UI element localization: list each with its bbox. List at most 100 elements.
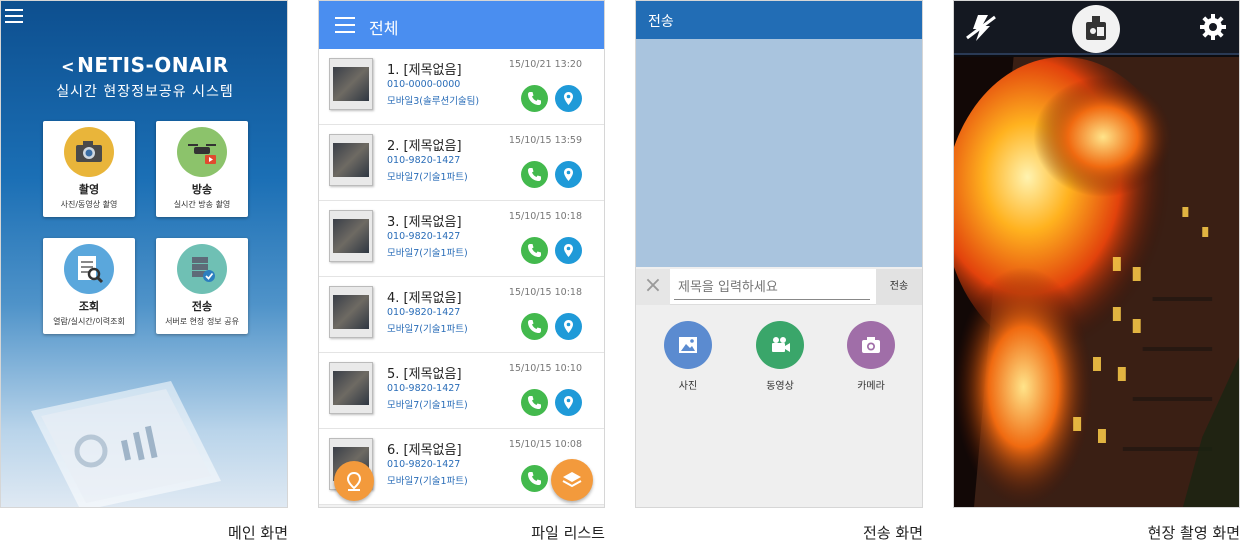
- file-date: 15/10/15 10:10: [508, 363, 582, 374]
- tile-broadcast[interactable]: 방송 실시간 방송 촬영: [156, 121, 248, 217]
- location-button[interactable]: [555, 313, 582, 340]
- file-department: 모바일7(기술1파트): [387, 476, 468, 487]
- map-pin-icon: [564, 244, 573, 257]
- clear-button[interactable]: ×: [636, 269, 670, 305]
- send-screen: 전송 × 전송 사진 동영상 카메라: [635, 0, 923, 508]
- file-list-item[interactable]: 5. [제목없음] 010-9820-1427 모바일7(기술1파트) 15/10/1…: [319, 353, 604, 429]
- file-phone: 010-9820-1427: [387, 459, 461, 470]
- map-pin-icon: [346, 471, 362, 491]
- file-thumbnail: [329, 362, 373, 414]
- file-list-item[interactable]: 2. [제목없음] 010-9820-1427 모바일7(기술1파트) 15/10/1…: [319, 125, 604, 201]
- media-preview-area[interactable]: [636, 39, 922, 267]
- file-thumbnail: [329, 286, 373, 338]
- document-search-icon: [64, 244, 114, 294]
- file-list-item[interactable]: 3. [제목없음] 010-9820-1427 모바일7(기술1파트) 15/10/1…: [319, 201, 604, 277]
- flash-off-icon[interactable]: [964, 13, 998, 43]
- camera-icon: [64, 127, 114, 177]
- call-button[interactable]: [521, 313, 548, 340]
- file-list-item[interactable]: 4. [제목없음] 010-9820-1427 모바일7(기술1파트) 15/10/1…: [319, 277, 604, 353]
- file-phone: 010-0000-0000: [387, 79, 461, 90]
- title-input-row: × 전송: [636, 269, 922, 305]
- file-name: 1. [제목없음]: [387, 63, 462, 78]
- file-department: 모바일7(기술1파트): [387, 172, 468, 183]
- main-screen: < NETIS-ONAIR 실시간 현장정보공유 시스템 촬영 사진/동영상 촬영…: [0, 0, 288, 508]
- phone-icon: [528, 472, 541, 485]
- location-fab-button[interactable]: [334, 461, 374, 501]
- tablet-illustration: [31, 381, 221, 507]
- file-name: 4. [제목없음]: [387, 291, 462, 306]
- phone-icon: [528, 92, 541, 105]
- file-department: 모바일7(기술1파트): [387, 324, 468, 335]
- hamburger-menu-icon[interactable]: [335, 17, 355, 38]
- file-list: 1. [제목없음] 010-0000-0000 모바일3(솔루션기술팀) 15/10/…: [319, 49, 604, 505]
- camera-viewfinder[interactable]: [954, 57, 1239, 508]
- file-phone: 010-9820-1427: [387, 231, 461, 242]
- tile-send[interactable]: 전송 서버로 현장 정보 공유: [156, 238, 248, 334]
- file-phone: 010-9820-1427: [387, 383, 461, 394]
- gear-icon[interactable]: [1199, 13, 1227, 41]
- camera-switch-icon: [1086, 16, 1106, 40]
- camera-icon: [847, 321, 895, 369]
- map-pin-icon: [564, 396, 573, 409]
- phone-icon: [528, 320, 541, 333]
- location-button[interactable]: [555, 161, 582, 188]
- location-button[interactable]: [555, 389, 582, 416]
- file-department: 모바일3(솔루션기술팀): [387, 96, 480, 107]
- file-name: 2. [제목없음]: [387, 139, 462, 154]
- phone-icon: [528, 396, 541, 409]
- file-phone: 010-9820-1427: [387, 155, 461, 166]
- caption-main: 메인 화면: [228, 524, 288, 542]
- layers-icon: [562, 472, 582, 488]
- file-department: 모바일7(기술1파트): [387, 400, 468, 411]
- send-app-bar: 전송: [636, 1, 922, 39]
- phone-icon: [528, 244, 541, 257]
- map-pin-icon: [564, 92, 573, 105]
- capture-screen: [953, 0, 1240, 508]
- share-icon: <: [61, 57, 76, 76]
- call-button[interactable]: [521, 389, 548, 416]
- call-button[interactable]: [521, 161, 548, 188]
- file-date: 15/10/15 10:18: [508, 287, 582, 298]
- drone-icon: [177, 127, 227, 177]
- file-thumbnail: [329, 58, 373, 110]
- layers-fab-button[interactable]: [551, 459, 593, 501]
- file-department: 모바일7(기술1파트): [387, 248, 468, 259]
- file-name: 5. [제목없음]: [387, 367, 462, 382]
- image-icon: [664, 321, 712, 369]
- send-button[interactable]: 전송: [876, 269, 922, 305]
- tile-capture[interactable]: 촬영 사진/동영상 촬영: [43, 121, 135, 217]
- hamburger-menu-icon[interactable]: [5, 9, 23, 27]
- title-input[interactable]: [674, 276, 870, 300]
- app-subtitle: 실시간 현장정보공유 시스템: [56, 84, 234, 100]
- call-button[interactable]: [521, 237, 548, 264]
- file-date: 15/10/15 10:08: [508, 439, 582, 450]
- capture-toolbar: [954, 1, 1239, 55]
- file-date: 15/10/21 13:20: [508, 59, 582, 70]
- call-button[interactable]: [521, 465, 548, 492]
- call-button[interactable]: [521, 85, 548, 112]
- camera-action[interactable]: 카메라: [841, 321, 901, 392]
- file-list-app-bar: 전체: [319, 1, 604, 49]
- file-list-title: 전체: [369, 19, 399, 38]
- location-button[interactable]: [555, 85, 582, 112]
- file-name: 3. [제목없음]: [387, 215, 462, 230]
- file-thumbnail: [329, 210, 373, 262]
- file-name: 6. [제목없음]: [387, 443, 462, 458]
- file-date: 15/10/15 10:18: [508, 211, 582, 222]
- caption-send: 전송 화면: [863, 524, 923, 542]
- map-pin-icon: [564, 168, 573, 181]
- close-icon: ×: [643, 273, 663, 298]
- photo-action[interactable]: 사진: [658, 321, 718, 392]
- video-action[interactable]: 동영상: [750, 321, 810, 392]
- video-camera-icon: [756, 321, 804, 369]
- file-phone: 010-9820-1427: [387, 307, 461, 318]
- camera-switch-button[interactable]: [1072, 5, 1120, 53]
- send-title: 전송: [648, 14, 674, 30]
- tile-search[interactable]: 조회 열람/실시간/이력조회: [43, 238, 135, 334]
- file-list-item[interactable]: 1. [제목없음] 010-0000-0000 모바일3(솔루션기술팀) 15/10/…: [319, 49, 604, 125]
- caption-file-list: 파일 리스트: [531, 524, 605, 542]
- file-list-screen: 전체 1. [제목없음] 010-0000-0000 모바일3(솔루션기술팀) 15/…: [318, 0, 605, 508]
- file-thumbnail: [329, 134, 373, 186]
- phone-icon: [528, 168, 541, 181]
- location-button[interactable]: [555, 237, 582, 264]
